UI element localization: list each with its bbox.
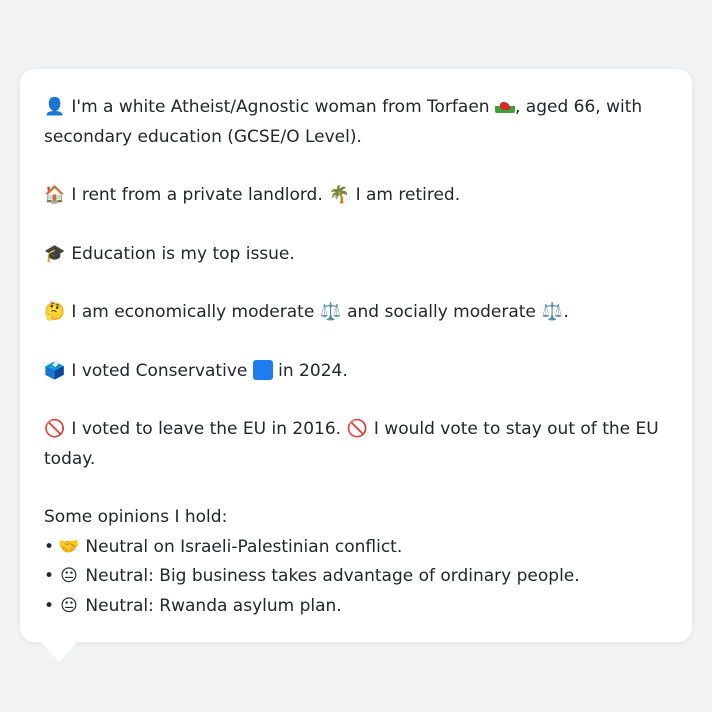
housing-line: 🏠 I rent from a private landlord. 🌴 I am…: [44, 181, 668, 211]
bullet: •: [44, 536, 55, 557]
opinion-text: Neutral: Rwanda asylum plan.: [85, 595, 342, 616]
opinions-heading: Some opinions I hold:: [44, 507, 228, 527]
top-issue-text: Education is my top issue.: [71, 243, 295, 264]
brexit-line-2: today.: [44, 448, 96, 469]
handshake-icon: 🤝: [58, 536, 80, 557]
balance-scale-icon: ⚖️: [541, 302, 563, 322]
opinion-item: • 😐 Neutral: Big business takes advantage…: [44, 562, 668, 592]
person-silhouette-icon: 👤: [44, 97, 66, 117]
housing-text: I rent from a private landlord.: [71, 185, 323, 205]
intro-text: I'm a white Atheist/Agnostic woman from …: [71, 97, 490, 117]
vote-year-text: in 2024.: [278, 360, 348, 381]
neutral-face-icon: 😐: [60, 595, 78, 616]
palm-tree-icon: 🌴: [328, 185, 350, 205]
bullet: •: [44, 566, 55, 586]
bullet: •: [44, 595, 55, 616]
intro-line-1: 👤 I'm a white Atheist/Agnostic woman fro…: [44, 93, 668, 123]
ideology-period: .: [563, 302, 569, 322]
opinion-text: Neutral: Big business takes advantage of…: [85, 566, 580, 586]
social-ideology-text: and socially moderate: [347, 302, 536, 322]
vote-line: 🗳️ I voted Conservative in 2024.: [44, 357, 668, 387]
prohibited-icon: 🚫: [346, 419, 369, 439]
thinking-face-icon: 🤔: [44, 302, 66, 322]
neutral-face-icon: 😐: [60, 566, 78, 586]
bubble-tail: [40, 641, 78, 662]
persona-message-bubble: 👤 I'm a white Atheist/Agnostic woman fro…: [20, 69, 692, 642]
house-icon: 🏠: [44, 185, 66, 205]
vote-text: I voted Conservative: [71, 360, 248, 381]
work-status-text: I am retired.: [355, 185, 461, 205]
brexit-line-1: 🚫 I voted to leave the EU in 2016. 🚫 I w…: [44, 415, 668, 445]
ideology-line: 🤔 I am economically moderate ⚖️ and soci…: [44, 298, 668, 328]
economic-ideology-text: I am economically moderate: [71, 302, 315, 322]
ballot-box-icon: 🗳️: [44, 360, 66, 381]
intro-line-2: secondary education (GCSE/O Level).: [44, 126, 362, 147]
intro-age-text: , aged 66, with: [514, 97, 643, 117]
graduation-cap-icon: 🎓: [44, 243, 66, 264]
brexit-2016-text: I voted to leave the EU in 2016.: [71, 419, 342, 439]
opinion-text: Neutral on Israeli-Palestinian conflict.: [85, 536, 403, 557]
balance-scale-icon: ⚖️: [320, 302, 342, 322]
wales-flag-icon: [494, 99, 515, 113]
top-issue-line: 🎓 Education is my top issue.: [44, 240, 668, 270]
blue-square-icon: [252, 359, 273, 380]
opinion-item: • 🤝 Neutral on Israeli-Palestinian confli…: [44, 533, 668, 563]
opinion-item: • 😐 Neutral: Rwanda asylum plan.: [44, 592, 668, 622]
brexit-today-text: I would vote to stay out of the EU: [373, 419, 659, 439]
prohibited-icon: 🚫: [44, 419, 66, 439]
